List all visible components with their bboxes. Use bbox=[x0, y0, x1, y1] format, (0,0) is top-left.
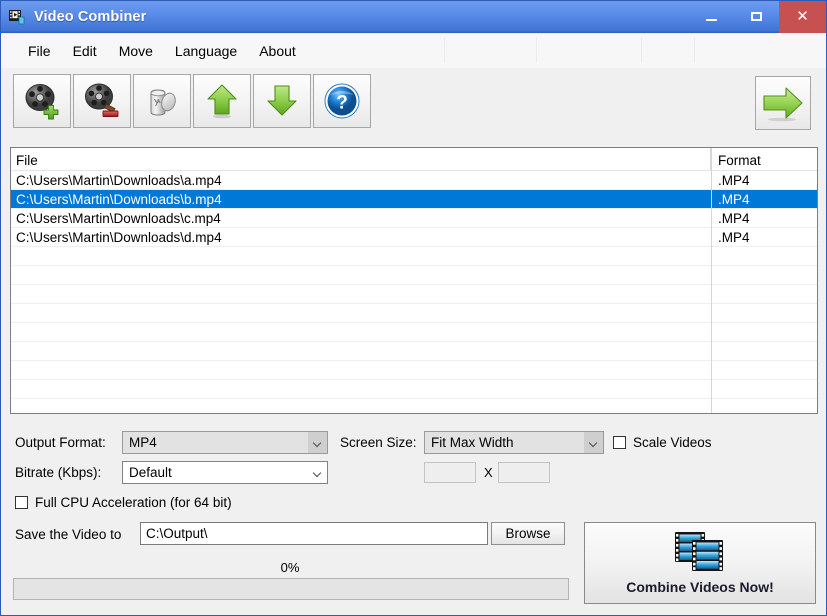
scale-videos-checkbox[interactable]: Scale Videos bbox=[613, 435, 712, 450]
dimension-separator-label: X bbox=[484, 465, 493, 480]
window-title: Video Combiner bbox=[34, 8, 147, 25]
video-film-icon bbox=[8, 8, 26, 26]
chevron-down-icon bbox=[308, 462, 327, 483]
chevron-down-icon bbox=[584, 432, 603, 453]
empty-row bbox=[11, 323, 817, 342]
svg-text:?: ? bbox=[336, 93, 348, 114]
empty-row bbox=[11, 380, 817, 399]
scale-videos-label: Scale Videos bbox=[633, 435, 712, 450]
menu-item-about[interactable]: About bbox=[248, 40, 307, 62]
screen-size-select[interactable]: Fit Max Width bbox=[424, 431, 604, 454]
table-row[interactable]: C:\Users\Martin\Downloads\c.mp4 .MP4 bbox=[11, 209, 817, 228]
toolbar: ? bbox=[1, 69, 826, 139]
empty-row bbox=[11, 304, 817, 323]
column-header-format[interactable]: Format bbox=[711, 148, 817, 170]
move-up-button[interactable] bbox=[193, 74, 251, 128]
browse-button[interactable]: Browse bbox=[491, 522, 565, 545]
video-combiner-window: Video Combiner ✕ File Edit Move Language… bbox=[0, 0, 827, 616]
window-controls: ✕ bbox=[689, 1, 826, 33]
file-format: .MP4 bbox=[718, 191, 750, 207]
minimize-icon bbox=[706, 19, 717, 21]
full-cpu-label: Full CPU Acceleration (for 64 bit) bbox=[35, 495, 232, 510]
file-format: .MP4 bbox=[718, 229, 750, 245]
film-reel-add-icon bbox=[22, 82, 62, 120]
bitrate-label: Bitrate (Kbps): bbox=[15, 465, 102, 480]
save-video-label: Save the Video to bbox=[15, 527, 122, 542]
table-row[interactable]: C:\Users\Martin\Downloads\d.mp4 .MP4 bbox=[11, 228, 817, 247]
file-list[interactable]: File Format C:\Users\Martin\Downloads\a.… bbox=[10, 147, 818, 414]
menubar-artifact bbox=[536, 37, 537, 63]
table-row[interactable]: C:\Users\Martin\Downloads\b.mp4 .MP4 bbox=[11, 190, 817, 209]
film-reel-remove-icon bbox=[82, 82, 122, 120]
file-path: C:\Users\Martin\Downloads\a.mp4 bbox=[16, 172, 222, 188]
full-cpu-checkbox[interactable]: Full CPU Acceleration (for 64 bit) bbox=[15, 495, 232, 510]
empty-row bbox=[11, 285, 817, 304]
maximize-icon bbox=[751, 12, 762, 21]
maximize-button[interactable] bbox=[734, 1, 779, 33]
width-input[interactable] bbox=[424, 462, 476, 483]
table-row[interactable]: C:\Users\Martin\Downloads\a.mp4 .MP4 bbox=[11, 171, 817, 190]
add-video-button[interactable] bbox=[13, 74, 71, 128]
output-format-label: Output Format: bbox=[15, 435, 106, 450]
combine-button-label: Combine Videos Now! bbox=[626, 579, 774, 595]
film-strips-icon bbox=[671, 531, 729, 573]
chevron-down-icon bbox=[308, 432, 327, 453]
arrow-up-icon bbox=[203, 82, 241, 120]
remove-video-button[interactable] bbox=[73, 74, 131, 128]
screen-size-label: Screen Size: bbox=[340, 435, 417, 450]
menu-item-file[interactable]: File bbox=[17, 40, 62, 62]
column-separator[interactable] bbox=[711, 148, 712, 413]
combine-videos-button[interactable]: Combine Videos Now! bbox=[584, 522, 816, 604]
menu-item-edit[interactable]: Edit bbox=[62, 40, 108, 62]
file-list-header: File Format bbox=[11, 148, 817, 171]
empty-row bbox=[11, 266, 817, 285]
progress-bar bbox=[13, 578, 569, 600]
go-button[interactable] bbox=[755, 76, 811, 130]
arrow-down-icon bbox=[263, 82, 301, 120]
output-format-value: MP4 bbox=[129, 435, 157, 450]
file-format: .MP4 bbox=[718, 172, 750, 188]
minimize-button[interactable] bbox=[689, 1, 734, 33]
close-button[interactable]: ✕ bbox=[779, 1, 826, 33]
help-button[interactable]: ? bbox=[313, 74, 371, 128]
file-path: C:\Users\Martin\Downloads\c.mp4 bbox=[16, 210, 221, 226]
recycle-bin-icon bbox=[143, 82, 181, 120]
title-bar: Video Combiner ✕ bbox=[1, 1, 826, 33]
menubar-artifact bbox=[444, 37, 445, 63]
screen-size-value: Fit Max Width bbox=[431, 435, 514, 450]
empty-row bbox=[11, 361, 817, 380]
file-format: .MP4 bbox=[718, 210, 750, 226]
column-header-file[interactable]: File bbox=[11, 148, 711, 170]
menubar-artifact bbox=[694, 37, 695, 63]
checkbox-icon bbox=[613, 436, 626, 449]
output-path-input[interactable]: C:\Output\ bbox=[140, 522, 488, 545]
progress-percent-label: 0% bbox=[280, 560, 300, 575]
menu-bar: File Edit Move Language About bbox=[1, 34, 826, 68]
clear-list-button[interactable] bbox=[133, 74, 191, 128]
file-path: C:\Users\Martin\Downloads\d.mp4 bbox=[16, 229, 222, 245]
close-icon: ✕ bbox=[796, 8, 809, 25]
arrow-right-icon bbox=[760, 83, 806, 123]
help-question-icon: ? bbox=[323, 82, 361, 120]
bitrate-value: Default bbox=[129, 465, 172, 480]
output-format-select[interactable]: MP4 bbox=[122, 431, 328, 454]
move-down-button[interactable] bbox=[253, 74, 311, 128]
menu-item-move[interactable]: Move bbox=[108, 40, 164, 62]
file-path: C:\Users\Martin\Downloads\b.mp4 bbox=[16, 191, 222, 207]
height-input[interactable] bbox=[498, 462, 550, 483]
empty-row bbox=[11, 247, 817, 266]
menu-item-language[interactable]: Language bbox=[164, 40, 248, 62]
empty-row bbox=[11, 342, 817, 361]
checkbox-icon bbox=[15, 496, 28, 509]
menubar-artifact bbox=[641, 37, 642, 63]
empty-row bbox=[11, 399, 817, 413]
bitrate-select[interactable]: Default bbox=[122, 461, 328, 484]
